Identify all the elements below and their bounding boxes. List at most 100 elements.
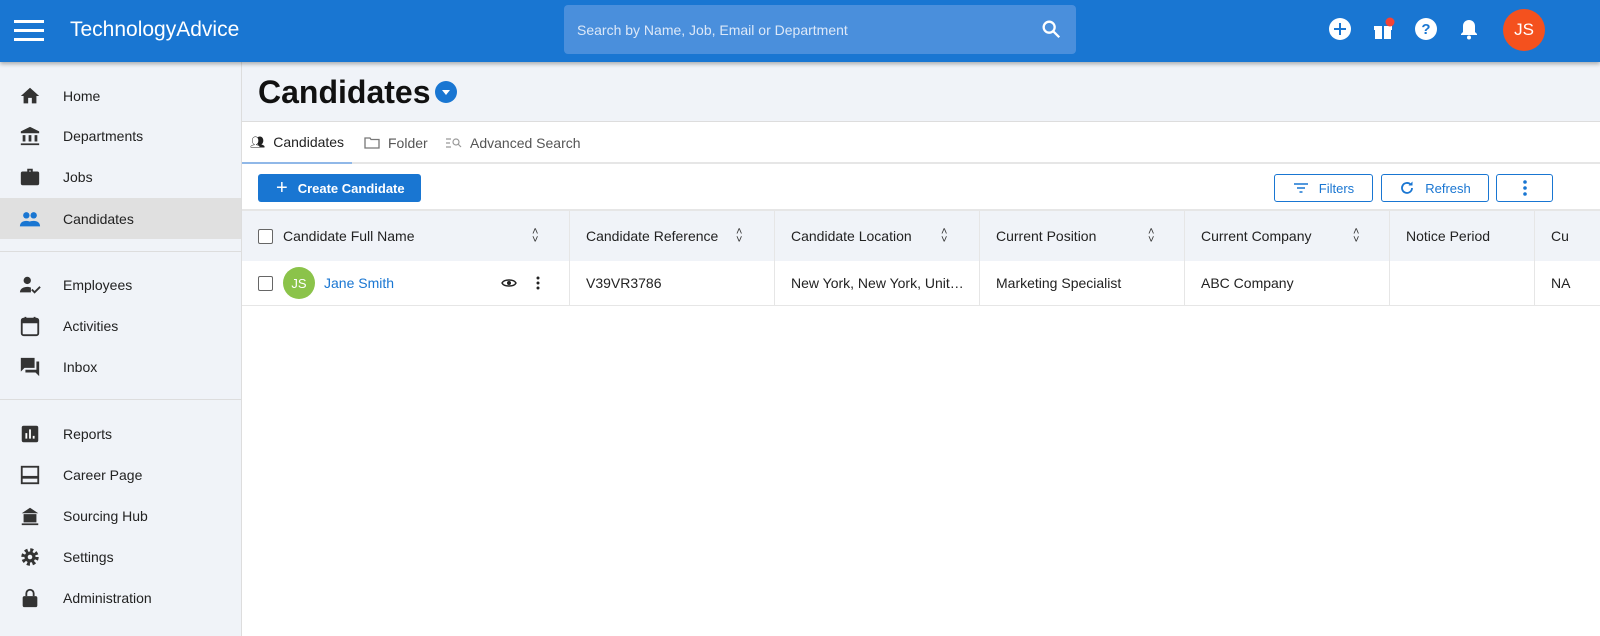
hub-icon (21, 507, 39, 525)
sidebar-item-employees[interactable]: Employees (0, 264, 241, 305)
search-placeholder: Search by Name, Job, Email or Department (577, 22, 848, 38)
row-checkbox[interactable] (258, 275, 273, 291)
cell-notice-period (1389, 261, 1534, 305)
sidebar-item-inbox[interactable]: Inbox (0, 346, 241, 387)
search-input[interactable]: Search by Name, Job, Email or Department (564, 5, 1076, 54)
title-dropdown-icon[interactable] (435, 81, 457, 103)
column-label: Current Company (1201, 228, 1312, 244)
eye-icon[interactable] (501, 277, 517, 289)
sidebar-item-label: Departments (63, 127, 144, 144)
lock-icon (22, 588, 38, 607)
column-header-reference[interactable]: Candidate Reference ˄ ˅ (569, 211, 774, 261)
gift-icon[interactable] (1371, 17, 1395, 41)
sidebar-item-label: Sourcing Hub (63, 507, 148, 524)
tab-folder[interactable]: Folder (364, 122, 428, 164)
sort-icon[interactable]: ˄ ˅ (1148, 227, 1154, 246)
table-header: Candidate Full Name ˄ ˅ Candidate Referenc… (242, 211, 1600, 261)
column-header-location[interactable]: Candidate Location ˄ ˅ (774, 211, 979, 261)
cell-company: ABC Company (1184, 261, 1389, 305)
filters-button[interactable]: Filters (1274, 174, 1373, 202)
sidebar-item-career-page[interactable]: Career Page (0, 454, 241, 495)
cell-location: New York, New York, Unit… (774, 261, 979, 305)
page-title: Candidates (258, 74, 431, 110)
sidebar-item-label: Jobs (63, 168, 93, 185)
top-bar: TechnologyAdvice Search by Name, Job, Em… (0, 0, 1600, 62)
column-header-next[interactable]: Cu (1534, 211, 1600, 261)
sidebar-item-label: Career Page (63, 466, 143, 483)
refresh-button[interactable]: Refresh (1381, 174, 1489, 202)
column-header-notice-period[interactable]: Notice Period (1389, 211, 1534, 261)
brand-logo[interactable]: TechnologyAdvice (70, 18, 239, 42)
column-label: Candidate Full Name (283, 228, 415, 244)
sidebar-item-administration[interactable]: Administration (0, 577, 241, 618)
column-label: Candidate Reference (586, 228, 719, 244)
column-header-full-name[interactable]: Candidate Full Name ˄ ˅ (242, 211, 569, 261)
divider (0, 251, 241, 252)
button-label: Create Candidate (297, 180, 405, 196)
select-all-checkbox[interactable] (258, 228, 273, 244)
sidebar-item-home[interactable]: Home (0, 75, 241, 116)
bell-icon[interactable] (1457, 17, 1481, 41)
svg-text:?: ? (1421, 21, 1430, 38)
column-label: Notice Period (1406, 228, 1491, 244)
column-header-company[interactable]: Current Company ˄ ˅ (1184, 211, 1389, 261)
sidebar-item-label: Candidates (63, 210, 134, 227)
column-header-position[interactable]: Current Position ˄ ˅ (979, 211, 1184, 261)
tab-label: Candidates (273, 134, 345, 150)
column-label: Candidate Location (791, 228, 912, 244)
calendar-icon (20, 316, 40, 336)
sidebar-item-label: Activities (63, 317, 119, 334)
sort-icon[interactable]: ˄ ˅ (1353, 227, 1359, 246)
briefcase-icon (20, 168, 40, 185)
chat-icon (20, 357, 40, 376)
column-label: Cu (1551, 228, 1569, 244)
button-label: Filters (1318, 180, 1355, 196)
menu-icon[interactable] (14, 20, 44, 42)
cell-position: Marketing Specialist (979, 261, 1184, 305)
more-vert-icon (1522, 180, 1527, 196)
gear-icon (21, 547, 39, 566)
sidebar-item-label: Settings (63, 548, 114, 565)
bar-chart-icon (21, 425, 39, 442)
help-icon[interactable]: ? (1414, 17, 1438, 41)
sidebar-item-reports[interactable]: Reports (0, 413, 241, 454)
sidebar-item-settings[interactable]: Settings (0, 536, 241, 577)
search-icon[interactable] (1040, 18, 1062, 40)
sidebar: Home Departments Jobs Candidates Employe… (0, 62, 242, 636)
bank-icon (20, 126, 40, 145)
tab-bar: 👥︎ Candidates Folder Advanced Search (242, 122, 1600, 164)
plus-icon: + (276, 176, 288, 199)
sidebar-item-jobs[interactable]: Jobs (0, 156, 241, 197)
candidate-name-link[interactable]: Jane Smith (324, 275, 394, 291)
sidebar-item-candidates[interactable]: Candidates (0, 198, 241, 239)
sidebar-item-label: Administration (63, 589, 152, 606)
person-check-icon (19, 276, 41, 294)
folder-icon (364, 137, 380, 149)
advanced-search-icon (446, 138, 462, 148)
more-vert-icon[interactable] (536, 276, 540, 290)
people-icon: 👥︎ (250, 135, 266, 149)
sidebar-item-activities[interactable]: Activities (0, 305, 241, 346)
web-page-icon (20, 465, 40, 484)
button-label: Refresh (1425, 180, 1471, 196)
cell-next: NA (1534, 261, 1600, 305)
cell-reference: V39VR3786 (569, 261, 774, 305)
tab-advanced-search[interactable]: Advanced Search (446, 122, 581, 164)
table-row[interactable]: JS Jane Smith V39VR3786 New York, New Yor… (242, 261, 1600, 306)
toolbar: + Create Candidate Filters Refresh (242, 164, 1600, 211)
add-circle-icon[interactable] (1328, 17, 1352, 41)
sidebar-item-sourcing-hub[interactable]: Sourcing Hub (0, 495, 241, 536)
sort-icon[interactable]: ˄ ˅ (941, 227, 947, 246)
sort-icon[interactable]: ˄ ˅ (532, 227, 538, 246)
more-options-button[interactable] (1496, 174, 1553, 202)
user-avatar[interactable]: JS (1503, 9, 1545, 51)
tab-candidates[interactable]: 👥︎ Candidates (242, 122, 353, 164)
cell-full-name: JS Jane Smith (242, 261, 569, 305)
sidebar-item-label: Inbox (63, 358, 98, 375)
people-icon (19, 211, 41, 226)
sidebar-item-departments[interactable]: Departments (0, 115, 241, 156)
avatar: JS (283, 267, 315, 299)
home-icon (20, 87, 40, 103)
create-candidate-button[interactable]: + Create Candidate (258, 174, 421, 202)
sort-icon[interactable]: ˄ ˅ (736, 227, 742, 246)
